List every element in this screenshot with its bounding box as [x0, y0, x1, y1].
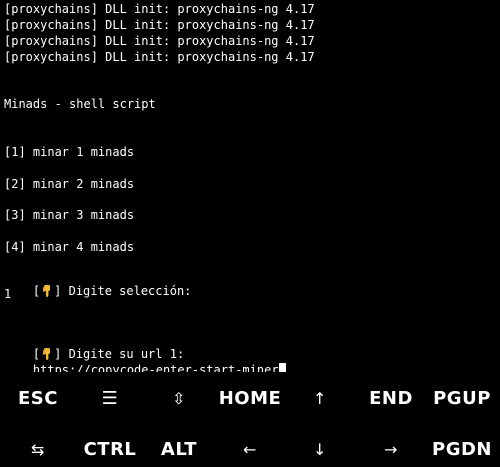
log-line: [proxychains] DLL init: proxychains-ng 4… [4, 2, 315, 16]
menu-option-3: [3] minar 3 minads [4, 208, 135, 222]
selection-answer: 1 [4, 287, 12, 301]
selection-prompt: [ ] Digite selección: [4, 270, 192, 312]
menu-key[interactable]: ☰ [79, 380, 141, 416]
log-line: [proxychains] DLL init: proxychains-ng 4… [4, 18, 315, 32]
extra-keys-bar: ESC ☰ ⇳ HOME ↑ END PGUP ⇆ CTRL ALT ← ↓ →… [0, 372, 500, 460]
home-key[interactable]: HOME [219, 380, 281, 416]
pgdn-key[interactable]: PGDN [431, 431, 493, 467]
arrow-down-key[interactable]: ↓ [289, 431, 351, 467]
log-line: [proxychains] DLL init: proxychains-ng 4… [4, 50, 315, 64]
typed-input: https://copycode-enter-start-miner [32, 363, 279, 372]
prompt-bracket: [ [32, 284, 41, 298]
pgup-key[interactable]: PGUP [431, 380, 493, 416]
arrow-left-key[interactable]: ← [219, 431, 281, 467]
text-cursor [278, 363, 286, 372]
arrow-right-key[interactable]: → [360, 431, 422, 467]
ctrl-key[interactable]: CTRL [79, 431, 141, 467]
script-title: Minads - shell script [4, 97, 156, 111]
arrow-up-key[interactable]: ↑ [289, 380, 351, 416]
esc-key[interactable]: ESC [7, 380, 69, 416]
log-line: [proxychains] DLL init: proxychains-ng 4… [4, 34, 315, 48]
command-input-line[interactable]: https://copycode-enter-start-miner [4, 349, 286, 372]
scroll-updown-key[interactable]: ⇳ [148, 380, 210, 416]
prompt-text: ] Digite selección: [54, 284, 192, 298]
pointing-down-hand-icon [41, 285, 53, 297]
menu-option-4: [4] minar 4 minads [4, 240, 135, 254]
alt-key[interactable]: ALT [148, 431, 210, 467]
menu-option-1: [1] minar 1 minads [4, 145, 135, 159]
end-key[interactable]: END [360, 380, 422, 416]
terminal-output[interactable]: [proxychains] DLL init: proxychains-ng 4… [0, 0, 500, 372]
menu-option-2: [2] minar 2 minads [4, 177, 135, 191]
tab-key[interactable]: ⇆ [7, 431, 69, 467]
